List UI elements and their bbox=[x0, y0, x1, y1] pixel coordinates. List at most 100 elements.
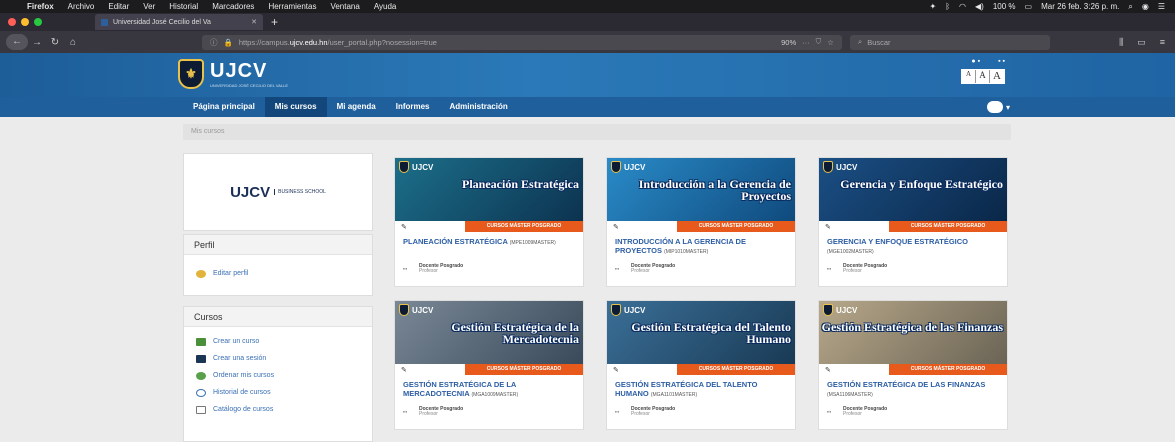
teacher-info: ▪▪▪ Docente Posgrado Profesor bbox=[827, 407, 887, 417]
home-button[interactable]: ⌂ bbox=[64, 37, 82, 48]
course-card[interactable]: UJCV Introducción a la Gerencia de Proyec… bbox=[606, 157, 796, 287]
course-title[interactable]: GESTIÓN ESTRATÉGICA DE LAS FINANZAS (MSA… bbox=[827, 380, 1003, 400]
nav-admin[interactable]: Administración bbox=[440, 97, 518, 117]
sort-courses-label: Ordenar mis cursos bbox=[213, 372, 275, 379]
menu-app[interactable]: Firefox bbox=[20, 2, 61, 11]
course-banner[interactable]: UJCV Gestión Estratégica de la Mercadotec… bbox=[395, 301, 583, 364]
banner-brand: UJCV bbox=[412, 305, 434, 315]
breadcrumb[interactable]: Mis cursos bbox=[183, 124, 1011, 140]
course-banner[interactable]: UJCV Planeación Estratégica bbox=[395, 158, 583, 221]
online-icon[interactable]: ▪ ▪ bbox=[998, 58, 1005, 65]
edit-profile-link[interactable]: Editar perfil bbox=[184, 265, 372, 282]
course-code: (MIP1010MASTER) bbox=[664, 249, 709, 255]
logo-text: UJCV bbox=[230, 183, 271, 201]
course-card[interactable]: UJCV Gestión Estratégica del Talento Huma… bbox=[606, 300, 796, 430]
menu-archivo[interactable]: Archivo bbox=[61, 2, 102, 11]
menu-editar[interactable]: Editar bbox=[101, 2, 136, 11]
sort-courses-link[interactable]: Ordenar mis cursos bbox=[184, 367, 372, 384]
course-banner[interactable]: UJCV Introducción a la Gerencia de Proyec… bbox=[607, 158, 795, 221]
close-window-button[interactable] bbox=[8, 18, 16, 26]
volume-icon[interactable]: ◀) bbox=[975, 2, 984, 11]
create-session-link[interactable]: Crear una sesión bbox=[184, 350, 372, 367]
gear-icon[interactable]: ✦ bbox=[930, 2, 937, 11]
url-bar[interactable]: ⓘ 🔒 https://campus.ujcv.edu.hn/user_port… bbox=[202, 34, 842, 50]
maximize-window-button[interactable] bbox=[34, 18, 42, 26]
teacher-name-block: Docente Posgrado Profesor bbox=[631, 407, 675, 417]
business-school-logo: UJCV BUSINESS SCHOOL bbox=[183, 153, 373, 231]
pencil-icon[interactable]: ✎ bbox=[825, 223, 831, 231]
course-title[interactable]: PLANEACIÓN ESTRATÉGICA (MPE1009MASTER) bbox=[403, 237, 579, 248]
course-card[interactable]: UJCV Gestión Estratégica de las Finanzas C… bbox=[818, 300, 1008, 430]
pencil-icon[interactable]: ✎ bbox=[613, 223, 619, 231]
menu-historial[interactable]: Historial bbox=[162, 2, 205, 11]
lock-icon[interactable]: 🔒 bbox=[224, 38, 233, 47]
font-large-button[interactable]: A bbox=[990, 70, 1004, 83]
shield-icon: ⚜ bbox=[178, 59, 204, 89]
course-card[interactable]: UJCV Gestión Estratégica de la Mercadotec… bbox=[394, 300, 584, 430]
menu-ventana[interactable]: Ventana bbox=[323, 2, 366, 11]
search-input[interactable]: ⌕ Buscar bbox=[850, 34, 1050, 50]
wifi-icon[interactable]: ◠ bbox=[959, 2, 966, 11]
window-controls bbox=[0, 18, 95, 26]
menu-herramientas[interactable]: Herramientas bbox=[261, 2, 323, 11]
shield-icon bbox=[611, 304, 621, 316]
reload-button[interactable]: ↻ bbox=[46, 37, 64, 48]
clock[interactable]: Mar 26 feb. 3:26 p. m. bbox=[1041, 2, 1119, 11]
zoom-level[interactable]: 90% bbox=[781, 38, 796, 47]
course-banner[interactable]: UJCV Gerencia y Enfoque Estratégico bbox=[819, 158, 1007, 221]
course-title[interactable]: GERENCIA Y ENFOQUE ESTRATÉGICO (MGE1002M… bbox=[827, 237, 1003, 257]
menu-icon[interactable]: ≡ bbox=[1160, 37, 1165, 48]
create-session-label: Crear una sesión bbox=[213, 355, 267, 362]
course-title[interactable]: INTRODUCCIÓN A LA GERENCIA DE PROYECTOS … bbox=[615, 237, 791, 257]
bookmark-star-icon[interactable]: ☆ bbox=[827, 38, 834, 47]
site-logo[interactable]: ⚜ UJCV UNIVERSIDAD JOSÉ CECILIO DEL VALL… bbox=[178, 59, 288, 89]
forward-button[interactable]: → bbox=[28, 37, 46, 48]
course-history-label: Historial de cursos bbox=[213, 389, 271, 396]
user-menu[interactable]: ▾ bbox=[986, 101, 1010, 113]
user-count-icon[interactable]: ● ▪ bbox=[971, 58, 980, 65]
pocket-icon[interactable]: ⛉ bbox=[816, 37, 822, 47]
siri-icon[interactable]: ◉ bbox=[1142, 2, 1149, 11]
sidebar-icon[interactable]: ▭ bbox=[1137, 37, 1146, 48]
notification-icon[interactable]: ☰ bbox=[1158, 2, 1165, 11]
create-course-link[interactable]: Crear un curso bbox=[184, 333, 372, 350]
pencil-icon[interactable]: ✎ bbox=[613, 366, 619, 374]
pencil-icon[interactable]: ✎ bbox=[401, 366, 407, 374]
course-title[interactable]: GESTIÓN ESTRATÉGICA DEL TALENTO HUMANO (… bbox=[615, 380, 791, 400]
spotlight-icon[interactable]: ⌕ bbox=[1128, 2, 1132, 12]
close-icon[interactable]: ✕ bbox=[251, 18, 257, 26]
page-actions-icon[interactable]: ··· bbox=[802, 38, 810, 47]
new-tab-button[interactable]: + bbox=[263, 15, 278, 29]
banner-logo: UJCV bbox=[399, 304, 433, 316]
course-title-text: GESTIÓN ESTRATÉGICA DE LAS FINANZAS bbox=[827, 380, 986, 389]
bluetooth-icon[interactable]: ᛒ bbox=[945, 2, 950, 11]
nav-agenda[interactable]: Mi agenda bbox=[327, 97, 386, 117]
teacher-role: Profesor bbox=[419, 411, 438, 417]
menu-ver[interactable]: Ver bbox=[136, 2, 162, 11]
course-ribbon: CURSOS MÁSTER POSGRADO bbox=[465, 221, 583, 232]
nav-home[interactable]: Página principal bbox=[183, 97, 265, 117]
course-catalog-link[interactable]: Catálogo de cursos bbox=[184, 401, 372, 418]
pencil-icon[interactable]: ✎ bbox=[401, 223, 407, 231]
browser-tab[interactable]: Universidad José Cecilio del Va ✕ bbox=[95, 14, 263, 30]
battery-icon[interactable]: ▭ bbox=[1025, 2, 1033, 11]
course-banner[interactable]: UJCV Gestión Estratégica del Talento Huma… bbox=[607, 301, 795, 364]
pencil-icon[interactable]: ✎ bbox=[825, 366, 831, 374]
nav-my-courses[interactable]: Mis cursos bbox=[264, 97, 327, 117]
nav-reports[interactable]: Informes bbox=[386, 97, 440, 117]
course-banner[interactable]: UJCV Gestión Estratégica de las Finanzas bbox=[819, 301, 1007, 364]
course-catalog-label: Catálogo de cursos bbox=[213, 406, 274, 413]
font-small-button[interactable]: A bbox=[962, 70, 976, 83]
menu-ayuda[interactable]: Ayuda bbox=[367, 2, 404, 11]
font-medium-button[interactable]: A bbox=[976, 70, 990, 83]
library-icon[interactable]: ⫼ bbox=[1119, 37, 1123, 48]
minimize-window-button[interactable] bbox=[21, 18, 29, 26]
back-button[interactable]: ← bbox=[6, 34, 28, 50]
menu-marcadores[interactable]: Marcadores bbox=[205, 2, 261, 11]
course-card[interactable]: UJCV Planeación Estratégica CURSOS MÁSTER … bbox=[394, 157, 584, 287]
banner-title: Gerencia y Enfoque Estratégico bbox=[840, 177, 1003, 191]
course-card[interactable]: UJCV Gerencia y Enfoque Estratégico CURSOS… bbox=[818, 157, 1008, 287]
course-history-link[interactable]: Historial de cursos bbox=[184, 384, 372, 401]
info-icon[interactable]: ⓘ bbox=[210, 37, 218, 48]
course-title[interactable]: GESTIÓN ESTRATÉGICA DE LA MERCADOTECNIA … bbox=[403, 380, 579, 400]
